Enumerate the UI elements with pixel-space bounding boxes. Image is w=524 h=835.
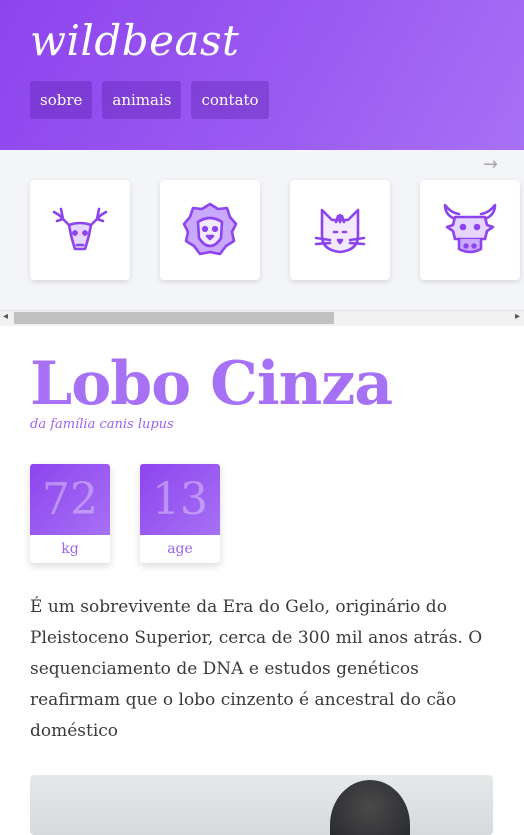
- scroll-right-arrow-icon[interactable]: ▸: [515, 311, 520, 322]
- scroll-thumb[interactable]: [14, 312, 334, 324]
- stat-value: 13: [140, 464, 220, 535]
- bull-icon: [443, 203, 497, 254]
- wolf-image: [330, 780, 410, 835]
- nav-item-sobre[interactable]: sobre: [30, 81, 93, 119]
- nav-item-animais[interactable]: animais: [102, 81, 182, 119]
- brand-logo[interactable]: wildbeast: [30, 16, 239, 65]
- nav-item-contato[interactable]: contato: [191, 81, 269, 119]
- carousel-scrollbar[interactable]: ◂ ▸: [0, 310, 524, 326]
- stat-card-weight: 72 kg: [30, 464, 110, 563]
- stat-label: age: [167, 541, 193, 557]
- animal-photo: [30, 775, 493, 835]
- stat-card-age: 13 age: [140, 464, 220, 563]
- carousel-card-bull[interactable]: [420, 180, 520, 280]
- scroll-left-arrow-icon[interactable]: ◂: [3, 311, 8, 322]
- stat-value: 72: [30, 464, 110, 535]
- carousel-card-lion[interactable]: [160, 180, 260, 280]
- animal-family: da família canis lupus: [30, 417, 174, 432]
- stat-label: kg: [61, 541, 79, 557]
- animal-carousel: → ◂ ▸: [0, 150, 524, 326]
- animal-description: É um sobrevivente da Era do Gelo, origin…: [30, 597, 483, 741]
- animal-title: Lobo Cinza: [30, 349, 393, 419]
- carousel-card-cat[interactable]: [290, 180, 390, 280]
- lion-icon: [182, 202, 238, 256]
- deer-icon: [52, 207, 108, 251]
- cat-icon: [314, 208, 366, 254]
- site-header: wildbeast sobre animais contato: [0, 0, 524, 150]
- carousel-card-deer[interactable]: [30, 180, 130, 280]
- main-nav: sobre animais contato: [30, 81, 269, 119]
- carousel-next-arrow[interactable]: →: [483, 154, 498, 175]
